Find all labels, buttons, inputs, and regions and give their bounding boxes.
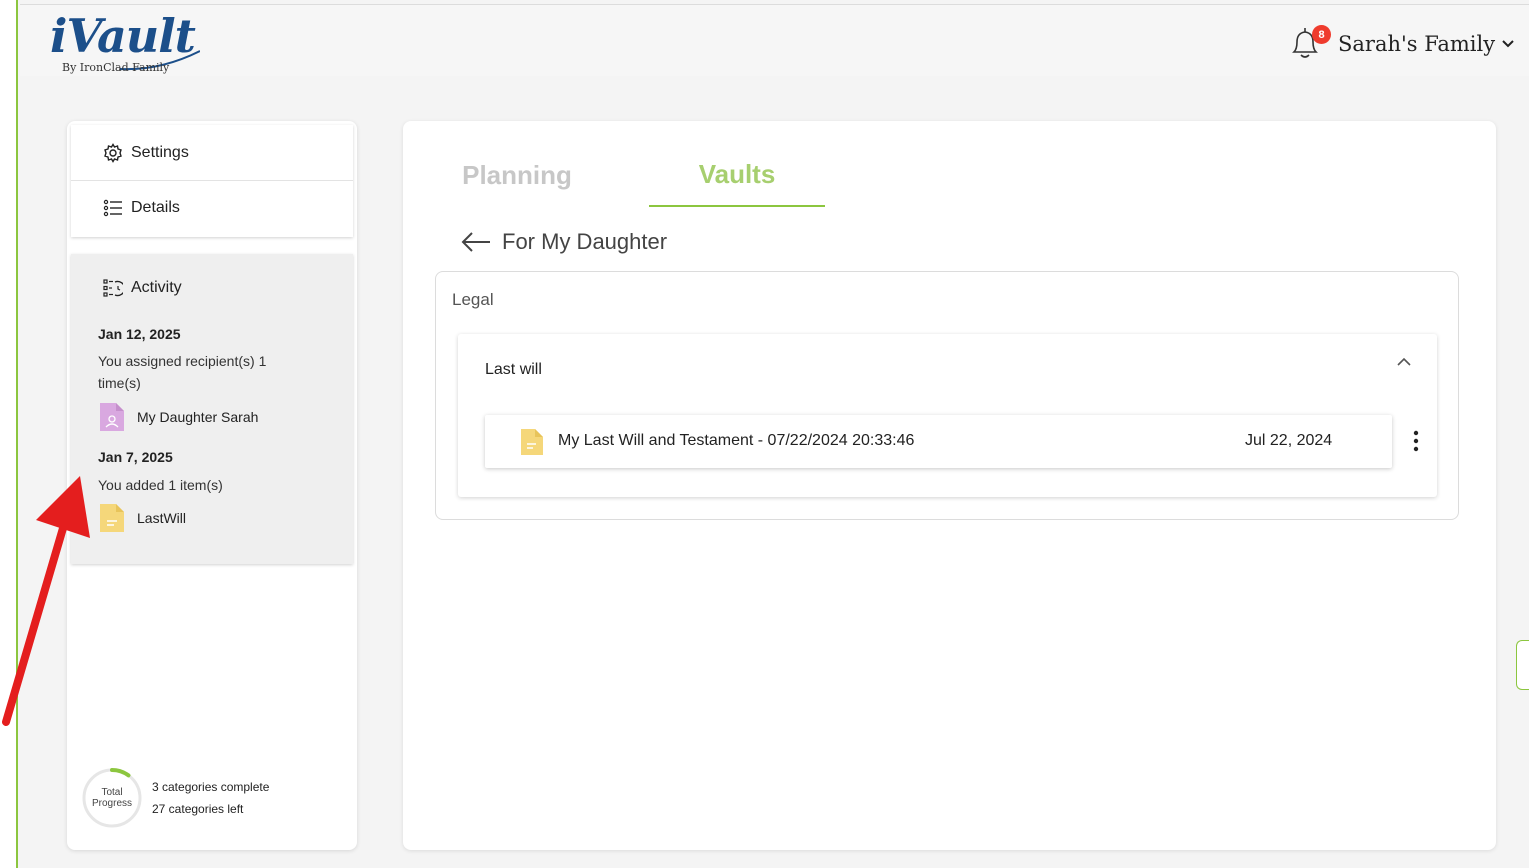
activity-header: Activity — [103, 278, 182, 298]
tab-planning[interactable]: Planning — [429, 143, 605, 207]
back-button[interactable]: For My Daughter — [460, 229, 667, 255]
contact-file-icon — [100, 403, 124, 431]
activity-text: You added 1 item(s) — [98, 477, 223, 493]
ivault-logo[interactable]: iVault By IronClad Family — [50, 11, 200, 75]
document-date: Jul 22, 2024 — [1245, 432, 1333, 449]
activity-icon — [103, 279, 123, 297]
gear-icon — [104, 142, 122, 163]
family-name: Sarah's Family — [1338, 32, 1496, 56]
list-icon — [103, 199, 122, 217]
last-will-group: Last will My Last Will and Testament - 0… — [458, 334, 1437, 497]
sidebar-item-label: Details — [131, 199, 180, 216]
progress-summary: 3 categories complete 27 categories left — [152, 776, 269, 820]
tab-vaults[interactable]: Vaults — [649, 143, 825, 207]
activity-file-name: My Daughter Sarah — [137, 409, 259, 425]
top-bar: iVault By IronClad Family 8 Sarah's Fami… — [20, 4, 1529, 76]
legal-section: Legal Last will My Last Will and Testame… — [435, 271, 1459, 520]
document-row[interactable]: My Last Will and Testament - 07/22/2024 … — [485, 415, 1392, 468]
main-panel: Planning Vaults For My Daughter Legal La… — [403, 121, 1496, 850]
side-widget-handle[interactable] — [1516, 640, 1529, 690]
categories-complete: 3 categories complete — [152, 780, 270, 794]
chevron-down-icon — [1502, 40, 1514, 48]
sidebar-item-details[interactable]: Details — [71, 180, 353, 235]
total-progress: Total Progress 3 categories complete 27 … — [81, 767, 269, 829]
activity-file-link[interactable]: LastWill — [99, 503, 186, 533]
notifications-button[interactable]: 8 — [1288, 25, 1331, 63]
progress-ring: Total Progress — [81, 767, 143, 829]
activity-date: Jan 12, 2025 — [98, 326, 181, 342]
progress-label-line: Progress — [91, 798, 132, 809]
left-window-edge — [0, 0, 18, 868]
progress-label-line: Total — [101, 787, 123, 798]
sidebar-item-settings[interactable]: Settings — [71, 125, 353, 180]
activity-file-link[interactable]: My Daughter Sarah — [99, 402, 258, 432]
activity-file-name: LastWill — [137, 510, 187, 526]
logo-tagline: By IronClad Family — [62, 61, 170, 74]
more-options-icon[interactable] — [1410, 430, 1422, 452]
page-title: For My Daughter — [502, 229, 668, 254]
sidebar: Settings Details Activity Jan 12, 2025 Y… — [67, 121, 357, 850]
sidebar-menu: Settings Details — [71, 125, 353, 237]
family-selector[interactable]: Sarah's Family — [1338, 29, 1515, 59]
annotation-arrow-icon — [2, 476, 90, 726]
section-title: Legal — [452, 290, 494, 309]
notification-badge: 8 — [1312, 25, 1331, 44]
chevron-up-icon[interactable] — [1396, 356, 1412, 368]
categories-left: 27 categories left — [152, 802, 244, 816]
activity-title: Activity — [131, 279, 182, 296]
document-name: My Last Will and Testament - 07/22/2024 … — [558, 432, 915, 449]
activity-text: You assigned recipient(s) 1 time(s) — [98, 353, 267, 391]
sidebar-item-label: Settings — [131, 143, 189, 161]
activity-panel: Activity Jan 12, 2025 You assigned recip… — [71, 254, 353, 564]
progress-ring-label: Total Progress — [81, 767, 143, 829]
document-file-icon — [100, 504, 124, 532]
group-title[interactable]: Last will — [485, 361, 542, 379]
activity-date: Jan 7, 2025 — [98, 449, 173, 465]
arrow-left-icon — [461, 232, 490, 252]
document-file-icon — [521, 429, 543, 455]
